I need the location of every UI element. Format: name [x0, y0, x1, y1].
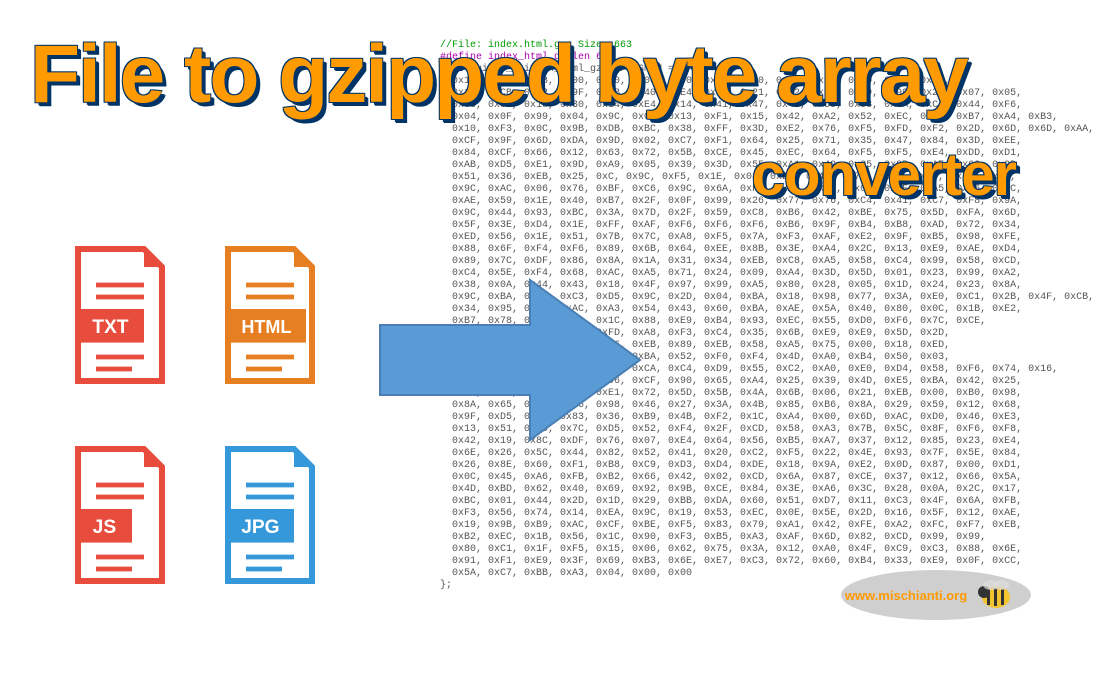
main-title: File to gzipped byte array [30, 28, 967, 122]
jpg-file-icon: JPG [210, 440, 330, 590]
arrow-icon [370, 270, 650, 455]
svg-text:JPG: JPG [241, 517, 279, 538]
svg-text:HTML: HTML [241, 317, 291, 337]
svg-text:JS: JS [93, 517, 117, 538]
subtitle: converter [752, 140, 1016, 209]
svg-text:TXT: TXT [92, 317, 129, 338]
watermark: www.mischianti.org [836, 565, 1036, 630]
svg-text:www.mischianti.org: www.mischianti.org [844, 588, 967, 603]
js-file-icon: JS [60, 440, 180, 590]
txt-file-icon: TXT [60, 240, 180, 390]
code-close: }; [440, 580, 452, 591]
file-icons-group: TXT HTML JS JPG [60, 240, 380, 620]
html-file-icon: HTML [210, 240, 330, 390]
